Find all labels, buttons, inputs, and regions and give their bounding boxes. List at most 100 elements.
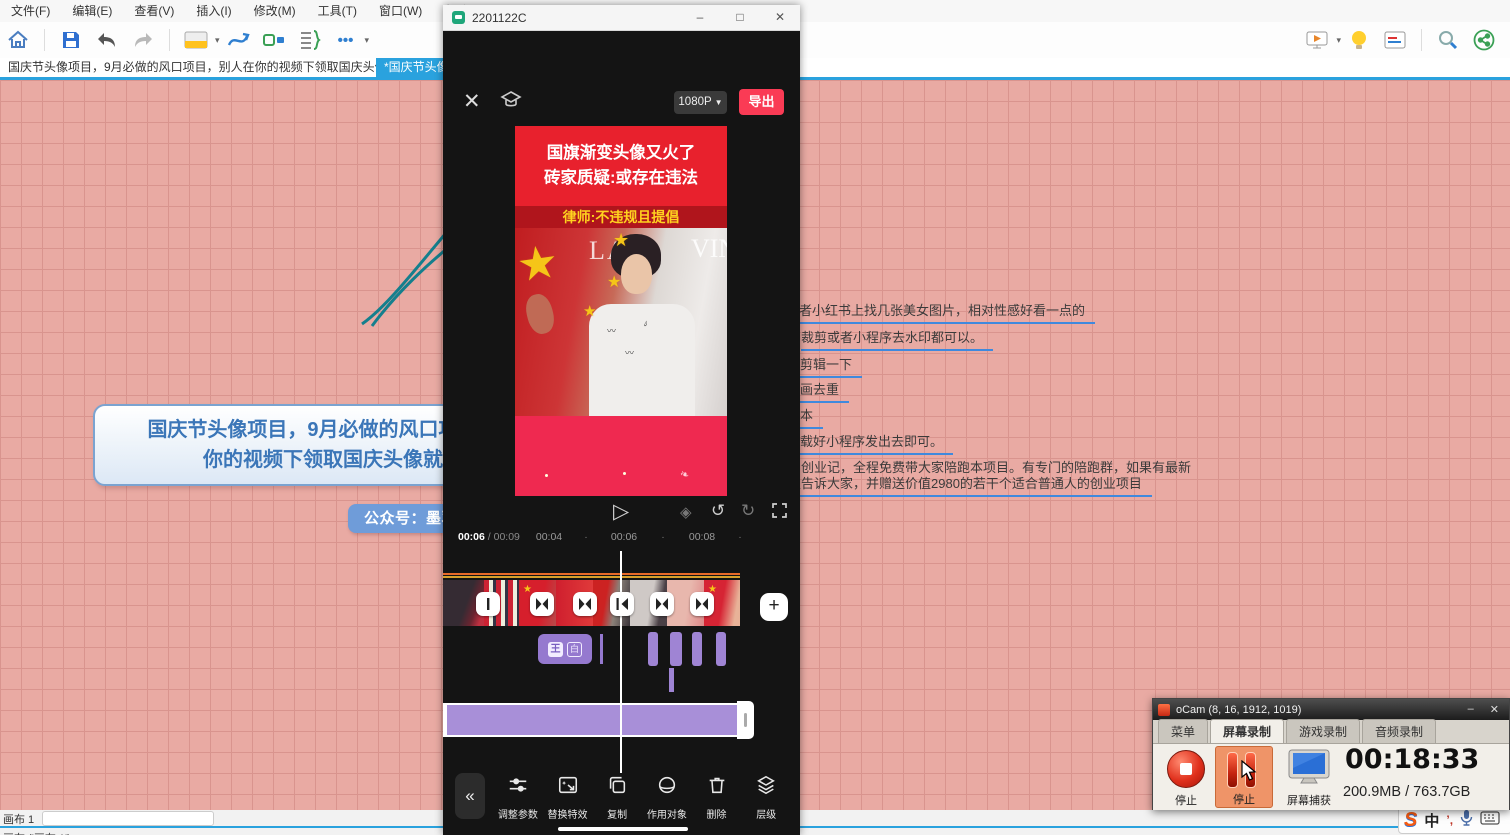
- ocam-titlebar[interactable]: oCam (8, 16, 1912, 1019) – ✕: [1153, 699, 1509, 720]
- presentation-icon[interactable]: [1302, 26, 1332, 54]
- chevron-down-icon[interactable]: ▾: [365, 35, 370, 46]
- home-icon[interactable]: [3, 26, 33, 54]
- save-icon[interactable]: [56, 26, 86, 54]
- audio-trim-handle-left[interactable]: [443, 703, 447, 737]
- undo-icon[interactable]: [92, 26, 122, 54]
- outline-icon[interactable]: [295, 26, 325, 54]
- ocam-tab-inactive[interactable]: 游戏录制: [1286, 719, 1360, 743]
- flag-star-icon: ★: [583, 302, 596, 320]
- chevron-down-icon[interactable]: ▾: [1336, 35, 1341, 46]
- stop-button[interactable]: [1167, 750, 1205, 788]
- ocam-tab-inactive[interactable]: 菜单: [1158, 719, 1208, 743]
- transition-button[interactable]: [690, 592, 714, 616]
- transition-button[interactable]: [650, 592, 674, 616]
- transition-button[interactable]: [476, 592, 500, 616]
- trash-icon: [706, 774, 728, 801]
- home-indicator[interactable]: [558, 827, 688, 831]
- toolbar-back-button[interactable]: «: [455, 773, 485, 819]
- add-clip-button[interactable]: +: [760, 593, 788, 621]
- undo-icon[interactable]: ↺: [711, 501, 725, 521]
- ocam-tab-active[interactable]: 屏幕录制: [1210, 719, 1284, 743]
- ime-mode-toggle[interactable]: 中: [1424, 810, 1439, 831]
- editor-tool-target-object[interactable]: 作用对象: [642, 769, 692, 825]
- video-preview[interactable]: 国旗渐变头像又火了 砖家质疑:或存在违法 律师:不违规且提倡 LA VIN 〰 …: [515, 126, 727, 496]
- share-icon[interactable]: [1469, 26, 1499, 54]
- ime-punct-toggle[interactable]: ’,: [1446, 813, 1453, 827]
- redo-icon[interactable]: ↻: [741, 501, 755, 521]
- timeline-ruler: 00:06 / 00:09 00:0400:0600:08···: [443, 531, 800, 547]
- resolution-button[interactable]: 1080P ▼: [674, 91, 727, 114]
- more-icon[interactable]: •••: [331, 26, 361, 54]
- video-badge: 律师:不违规且提倡: [515, 206, 727, 228]
- close-button[interactable]: ✕: [760, 5, 800, 30]
- sticker-clip[interactable]: [716, 632, 726, 666]
- microphone-icon[interactable]: [1460, 809, 1473, 831]
- summary-icon[interactable]: [259, 26, 289, 54]
- export-button[interactable]: 导出: [739, 89, 784, 115]
- ocam-tabs: 菜单屏幕录制游戏录制音频录制: [1153, 720, 1509, 744]
- sticker-clip[interactable]: [692, 632, 702, 666]
- editor-tool-copy[interactable]: 复制: [592, 769, 642, 825]
- menu-item[interactable]: 修改(M): [243, 0, 307, 22]
- style-icon[interactable]: [181, 26, 211, 54]
- person-sweater: [589, 304, 695, 416]
- fullscreen-icon[interactable]: [772, 503, 787, 523]
- audio-clip[interactable]: [443, 703, 739, 737]
- editor-tool-replace-effect[interactable]: 替换特效: [543, 769, 593, 825]
- screen-capture-button[interactable]: [1283, 748, 1335, 788]
- sticker-clip[interactable]: [600, 634, 603, 664]
- canvas-tab[interactable]: 画布 1: [3, 811, 34, 827]
- notes-icon[interactable]: [1380, 26, 1410, 54]
- ruler-dot: ·: [661, 531, 665, 543]
- target-object-icon: [656, 774, 678, 801]
- ocam-tab-inactive[interactable]: 音频录制: [1362, 719, 1436, 743]
- playhead[interactable]: [620, 551, 622, 773]
- clip-selection-line: [443, 573, 740, 575]
- time-display: 00:06 / 00:09: [458, 531, 520, 543]
- text-clip[interactable]: 王 白: [538, 634, 592, 664]
- video-photo: LA VIN 〰 ᭣ 〰 ★ ★ ★ ★: [515, 228, 727, 416]
- transition-button[interactable]: [530, 592, 554, 616]
- redo-icon[interactable]: [128, 26, 158, 54]
- annotation-text: 或者小红书上找几张美女图片，相对性感好看一点的: [786, 300, 1095, 324]
- annotation-text: 画去重: [800, 379, 849, 403]
- tab-document-1[interactable]: 国庆节头像项目，9月必做的风口项目，别人在你的视频下领取国庆头像就能挣钱: [0, 58, 376, 77]
- close-button[interactable]: ✕: [1490, 703, 1499, 716]
- relationship-icon[interactable]: [223, 26, 253, 54]
- menu-item[interactable]: 编辑(E): [61, 0, 123, 22]
- keyboard-icon[interactable]: [1480, 811, 1500, 830]
- minimize-button[interactable]: –: [680, 5, 720, 30]
- phone-window-titlebar[interactable]: 2201122C – □ ✕: [443, 5, 800, 31]
- divider: [169, 29, 170, 51]
- lightbulb-icon[interactable]: [1344, 26, 1374, 54]
- play-button[interactable]: ▷: [613, 499, 629, 524]
- sticker-clip[interactable]: [670, 632, 682, 666]
- audio-trim-handle-right[interactable]: [737, 701, 754, 739]
- menu-item[interactable]: 窗口(W): [368, 0, 433, 22]
- ocam-app-icon: [1158, 704, 1170, 716]
- menu-item[interactable]: 查看(V): [123, 0, 185, 22]
- video-footer: ❧: [515, 416, 727, 496]
- mouse-cursor: [1240, 760, 1260, 787]
- editor-tool-sliders[interactable]: 调整参数: [493, 769, 543, 825]
- editor-toolbar: 调整参数替换特效复制作用对象删除层级: [493, 769, 791, 825]
- menu-item[interactable]: 文件(F): [0, 0, 61, 22]
- chevron-down-icon[interactable]: ▾: [215, 35, 220, 46]
- editor-tool-layers[interactable]: 层级: [741, 769, 791, 825]
- search-icon[interactable]: [1433, 26, 1463, 54]
- recording-size: 200.9MB / 763.7GB: [1343, 784, 1470, 800]
- tutorial-icon[interactable]: [499, 89, 523, 116]
- sticker-clip[interactable]: [648, 632, 658, 666]
- close-project-icon[interactable]: ✕: [463, 89, 481, 114]
- keyframe-icon[interactable]: ◈: [680, 503, 692, 521]
- editor-tool-trash[interactable]: 删除: [692, 769, 742, 825]
- maximize-button[interactable]: □: [720, 5, 760, 30]
- divider: [44, 29, 45, 51]
- transition-button[interactable]: [573, 592, 597, 616]
- sticker-clip[interactable]: [669, 668, 674, 692]
- menu-item[interactable]: 插入(I): [185, 0, 242, 22]
- minimize-button[interactable]: –: [1468, 703, 1474, 716]
- transition-button[interactable]: [610, 592, 634, 616]
- sogou-logo-icon[interactable]: S: [1404, 809, 1417, 832]
- menu-item[interactable]: 工具(T): [307, 0, 368, 22]
